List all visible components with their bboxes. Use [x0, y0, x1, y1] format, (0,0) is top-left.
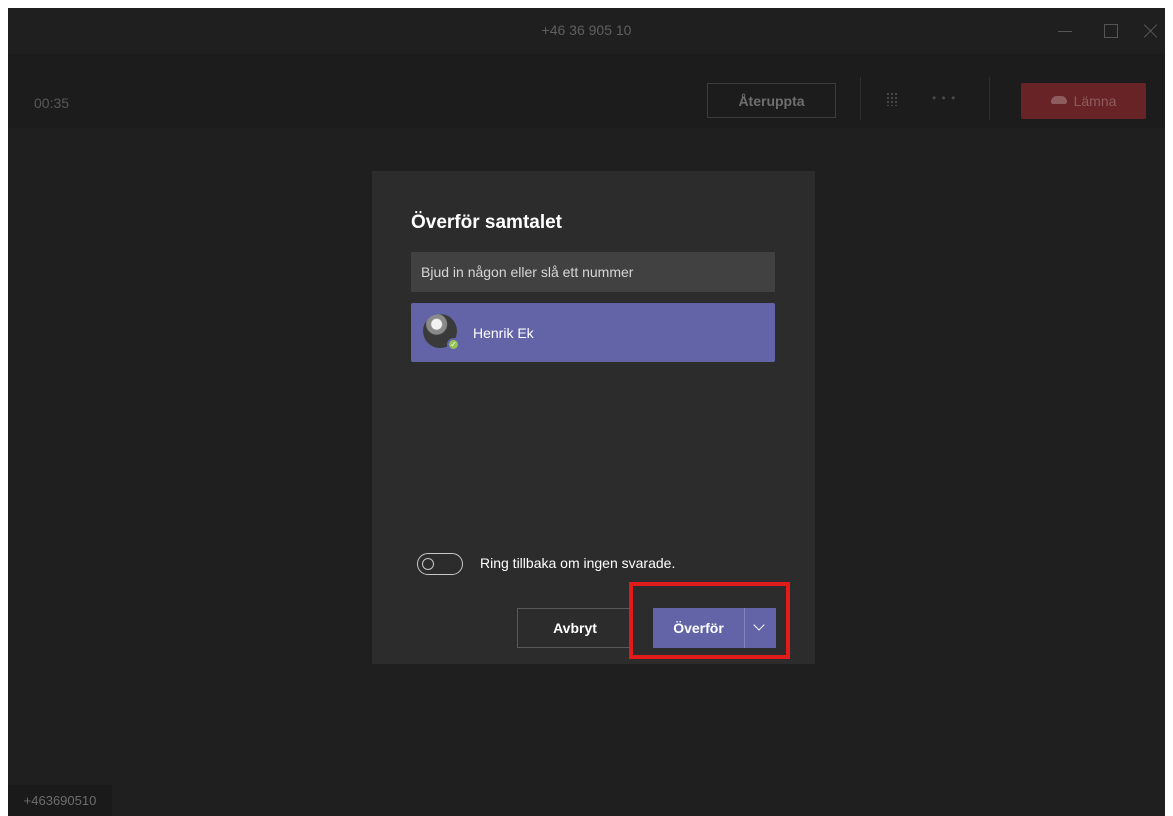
transfer-call-dialog: Överför samtalet ✓ Henrik Ek Ring tillba… — [372, 171, 815, 664]
leave-label: Lämna — [1073, 93, 1117, 109]
maximize-icon[interactable] — [1098, 18, 1124, 44]
dialpad-icon[interactable] — [886, 92, 898, 106]
title-bar: +46 36 905 10 — [8, 8, 1165, 54]
presence-available-icon: ✓ — [447, 338, 460, 351]
transfer-options-button[interactable] — [745, 608, 776, 648]
cancel-button[interactable]: Avbryt — [517, 608, 633, 648]
divider — [989, 77, 990, 120]
hang-up-icon — [1050, 96, 1067, 104]
window-title: +46 36 905 10 — [541, 22, 632, 38]
caller-id-label: +463690510 — [8, 785, 112, 816]
close-icon[interactable] — [1138, 18, 1164, 44]
toggle-knob — [422, 558, 434, 570]
chevron-down-icon — [753, 619, 765, 631]
search-input[interactable] — [411, 252, 775, 292]
result-name: Henrik Ek — [473, 325, 534, 341]
transfer-button[interactable]: Överför — [653, 608, 744, 648]
teams-call-window: +46 36 905 10 00:35 Återuppta • • • Lämn… — [8, 8, 1165, 816]
call-controls-bar: 00:35 Återuppta • • • Lämna — [8, 54, 1165, 128]
leave-button[interactable]: Lämna — [1021, 83, 1146, 119]
more-options-icon[interactable]: • • • — [932, 91, 956, 105]
divider — [860, 77, 861, 120]
resume-button[interactable]: Återuppta — [707, 83, 836, 118]
search-result-item[interactable]: ✓ Henrik Ek — [411, 303, 775, 362]
callback-toggle[interactable] — [417, 553, 463, 575]
dialog-title: Överför samtalet — [411, 212, 563, 233]
minimize-icon[interactable] — [1052, 18, 1078, 44]
call-timer: 00:35 — [34, 95, 70, 111]
callback-toggle-label: Ring tillbaka om ingen svarade. — [480, 555, 676, 571]
